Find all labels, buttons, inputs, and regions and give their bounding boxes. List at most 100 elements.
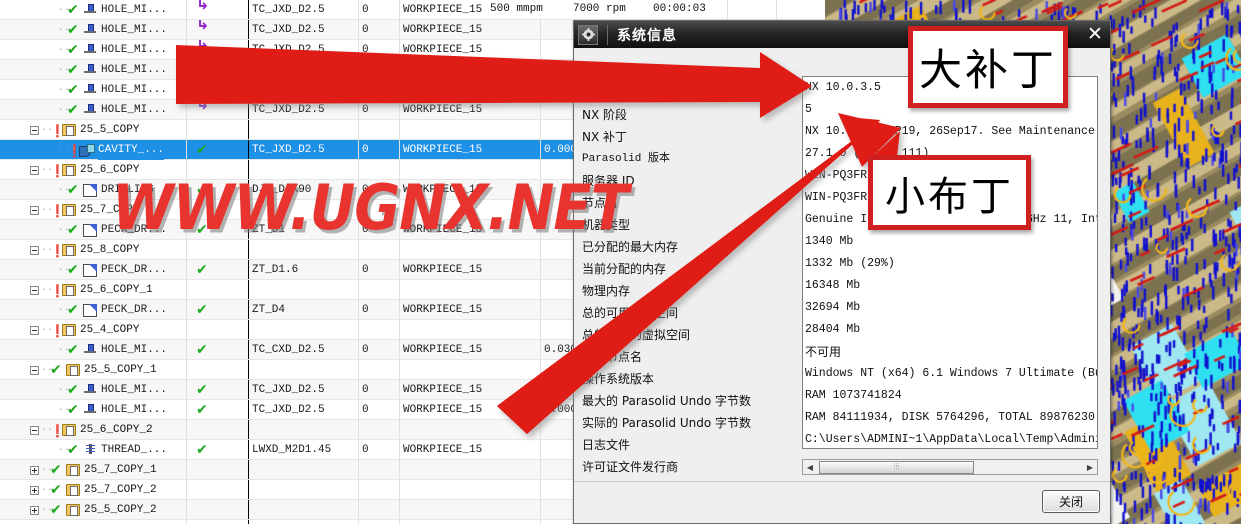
geometry-cell: WORKPIECE_15 xyxy=(403,44,483,56)
scroll-right-arrow-icon[interactable]: ▶ xyxy=(1083,460,1097,474)
column-divider xyxy=(540,40,541,59)
column-divider xyxy=(248,120,249,139)
horizontal-scrollbar[interactable]: ◀ ⦙⦙⦙ ▶ xyxy=(802,459,1098,475)
row-name-cell[interactable]: ···PECK_DR... xyxy=(0,300,185,320)
needs-regenerate-icon xyxy=(50,121,65,141)
system-info-label: Parasolid 版本 xyxy=(582,153,671,165)
program-group-icon xyxy=(62,204,76,216)
row-label: PECK_DR... xyxy=(101,264,168,276)
tool-cell: TC_JXD_D2.5 xyxy=(252,4,325,16)
generated-check-icon xyxy=(67,20,81,40)
path-generated-check-icon: ✔ xyxy=(196,402,208,418)
row-name-cell[interactable]: ···HOLE_MI... xyxy=(0,80,185,100)
row-name-cell[interactable]: ··25_5_COPY_2 xyxy=(0,500,185,520)
row-name-cell[interactable]: ··25_8_COPY xyxy=(0,240,185,260)
row-name-cell[interactable]: ··25_5_COPY_1 xyxy=(0,360,185,380)
column-divider xyxy=(540,80,541,99)
expand-icon[interactable] xyxy=(30,485,39,495)
column-divider xyxy=(399,200,400,219)
system-info-label: 当前分配的内存 xyxy=(582,262,667,276)
spindle-speed-value: 7000 rpm xyxy=(570,0,629,18)
collapse-icon[interactable] xyxy=(30,325,39,335)
row-name-cell[interactable]: ···THREAD_... xyxy=(0,440,185,460)
tool-cell: TC_JXD_D2.5 xyxy=(252,84,325,96)
row-name-cell[interactable]: ··25_7_COPY_2 xyxy=(0,480,185,500)
row-name-cell[interactable]: ··25_6_COPY xyxy=(0,160,185,180)
needs-regenerate-icon xyxy=(50,421,65,441)
row-name-cell[interactable]: ··25_7_COPY_1 xyxy=(0,460,185,480)
expand-icon[interactable] xyxy=(30,465,39,475)
row-label: 25_7_COPY_1 xyxy=(84,464,157,476)
path-generated-check-icon: ✔ xyxy=(196,382,208,398)
column-divider xyxy=(248,480,249,499)
row-name-cell[interactable]: ··25_7_COPY xyxy=(0,200,185,220)
generated-check-icon xyxy=(67,400,81,420)
column-divider xyxy=(358,500,359,519)
program-group-icon xyxy=(62,124,76,136)
system-info-value-list[interactable]: NX 10.0.3.5 5 NX 10.0.3.5 MP19, 26Sep17. S… xyxy=(802,76,1098,449)
program-group-icon xyxy=(66,484,80,496)
column-divider xyxy=(186,320,187,339)
close-icon[interactable]: ✕ xyxy=(1083,22,1107,46)
row-name-cell[interactable]: ···HOLE_MI... xyxy=(0,380,185,400)
row-label: PECK_DR... xyxy=(101,304,168,316)
row-name-cell[interactable]: ···HOLE_MI... xyxy=(0,400,185,420)
column-divider xyxy=(248,500,249,519)
column-divider xyxy=(399,320,400,339)
row-name-cell[interactable]: ···HOLE_MI... xyxy=(0,20,185,40)
row-name-cell[interactable]: ···HOLE_MI... xyxy=(0,0,185,20)
scrollbar-thumb[interactable]: ⦙⦙⦙ xyxy=(819,460,974,474)
column-divider xyxy=(399,480,400,499)
column-divider xyxy=(540,440,541,459)
row-name-cell[interactable]: ···CAVITY_... xyxy=(0,140,185,160)
number-cell: 0 xyxy=(362,304,369,316)
scroll-left-arrow-icon[interactable]: ◀ xyxy=(803,460,817,474)
collapse-icon[interactable] xyxy=(30,245,39,255)
row-label: HOLE_MI... xyxy=(101,24,168,36)
row-name-cell[interactable]: ··25_4_COPY xyxy=(0,320,185,340)
row-label: 25_7_COPY_2 xyxy=(84,484,157,496)
row-name-cell[interactable]: ··25_5_COPY xyxy=(0,120,185,140)
row-name-cell[interactable]: ···PECK_DR... xyxy=(0,220,185,240)
column-divider xyxy=(186,360,187,379)
collapse-icon[interactable] xyxy=(30,165,39,175)
row-name-cell[interactable]: ··25_6_COPY_1 xyxy=(0,280,185,300)
row-name-cell[interactable]: ···HOLE_MI... xyxy=(0,340,185,360)
geometry-cell: WORKPIECE_15 xyxy=(403,84,483,96)
needs-regenerate-icon xyxy=(50,201,65,221)
collapse-icon[interactable] xyxy=(30,365,39,375)
column-divider xyxy=(540,320,541,339)
row-label: 25_6_COPY_1 xyxy=(80,284,153,296)
column-divider xyxy=(540,20,541,39)
number-cell: 0 xyxy=(362,404,369,416)
row-name-cell[interactable]: ···PECK_DR... xyxy=(0,260,185,280)
number-cell: 0 xyxy=(362,4,369,16)
column-divider xyxy=(358,120,359,139)
collapse-icon[interactable] xyxy=(30,425,39,435)
close-button[interactable]: 关闭 xyxy=(1042,490,1100,513)
column-divider xyxy=(248,460,249,479)
column-divider xyxy=(540,360,541,379)
collapse-icon[interactable] xyxy=(30,285,39,295)
expand-icon[interactable] xyxy=(30,505,39,515)
annotation-label-small-patch: 小布丁 xyxy=(868,155,1031,230)
collapse-icon[interactable] xyxy=(30,125,39,135)
row-name-cell[interactable]: ···DRILLING xyxy=(0,180,185,200)
tool-cell: DJD_D4X90 xyxy=(252,184,312,196)
system-info-value: 28404 Mb xyxy=(805,323,861,336)
hole-milling-icon xyxy=(83,383,97,397)
geometry-cell: WORKPIECE_15 xyxy=(403,404,483,416)
generated-check-icon xyxy=(67,260,81,280)
column-divider xyxy=(186,160,187,179)
needs-regenerate-icon xyxy=(50,161,65,181)
transfer-arrow-icon xyxy=(186,20,248,40)
row-name-cell[interactable]: ·· xyxy=(0,520,185,524)
row-name-cell[interactable]: ···HOLE_MI... xyxy=(0,100,185,120)
row-name-cell[interactable]: ···HOLE_MI... xyxy=(0,60,185,80)
column-divider xyxy=(248,360,249,379)
system-info-label: NX 阶段 xyxy=(582,108,628,122)
collapse-icon[interactable] xyxy=(30,205,39,215)
row-name-cell[interactable]: ···HOLE_MI... xyxy=(0,40,185,60)
row-label: HOLE_MI... xyxy=(101,84,168,96)
row-name-cell[interactable]: ··25_6_COPY_2 xyxy=(0,420,185,440)
